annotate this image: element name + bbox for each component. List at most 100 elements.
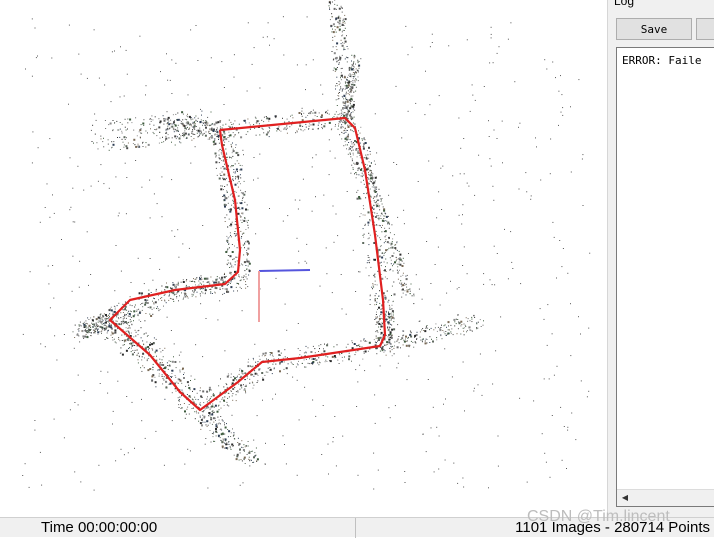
point — [202, 120, 204, 122]
point — [560, 75, 561, 77]
point — [192, 390, 193, 392]
point — [182, 367, 184, 370]
point — [460, 147, 462, 149]
point — [373, 452, 375, 454]
point — [245, 241, 247, 243]
point — [241, 387, 243, 389]
log-horizontal-scrollbar[interactable]: ◀ — [617, 489, 714, 506]
point — [159, 137, 161, 139]
point — [109, 122, 112, 125]
point-cloud-viewport[interactable] — [0, 0, 607, 517]
point — [235, 235, 237, 236]
point — [383, 351, 385, 353]
point — [97, 180, 99, 182]
point — [342, 76, 344, 78]
point — [352, 168, 354, 170]
point — [378, 219, 380, 221]
scroll-left-icon[interactable]: ◀ — [619, 492, 631, 504]
point — [346, 113, 349, 116]
point — [402, 272, 404, 274]
point — [78, 286, 80, 288]
point — [171, 179, 173, 181]
point — [339, 82, 341, 84]
point — [297, 348, 299, 350]
log-textbox[interactable]: ERROR: Faile ◀ — [616, 47, 714, 507]
point — [249, 128, 251, 130]
point — [490, 165, 492, 167]
point — [88, 284, 89, 286]
point — [168, 123, 171, 126]
point — [318, 122, 320, 124]
point — [330, 26, 332, 28]
point — [214, 133, 216, 135]
point — [235, 168, 238, 171]
point — [474, 316, 476, 318]
point — [187, 126, 188, 128]
point — [131, 122, 133, 124]
point — [92, 124, 94, 126]
point — [353, 76, 355, 78]
point — [156, 203, 158, 205]
point — [241, 372, 243, 374]
point — [225, 447, 228, 449]
point — [491, 284, 493, 286]
save-button[interactable]: Save — [616, 18, 692, 40]
point — [332, 36, 334, 38]
point — [233, 277, 236, 280]
point — [198, 280, 200, 282]
point — [402, 284, 405, 287]
point — [179, 369, 181, 371]
point — [184, 410, 186, 413]
point — [369, 165, 371, 168]
point — [507, 278, 509, 280]
point — [180, 121, 182, 123]
point — [201, 288, 203, 290]
point — [103, 328, 105, 329]
point — [496, 138, 498, 139]
point — [128, 310, 130, 312]
point — [201, 424, 203, 427]
point — [133, 311, 135, 313]
clear-button[interactable] — [696, 18, 714, 40]
point — [235, 233, 237, 235]
point — [336, 105, 338, 106]
point — [187, 297, 189, 299]
point — [95, 322, 97, 324]
point — [296, 64, 298, 66]
point — [182, 279, 184, 281]
point — [199, 121, 202, 123]
point — [125, 145, 128, 148]
point — [375, 337, 377, 339]
point — [357, 162, 359, 164]
point — [444, 324, 446, 326]
point — [376, 353, 378, 355]
point — [230, 121, 232, 123]
point — [145, 300, 147, 302]
point — [160, 297, 161, 299]
point — [199, 415, 201, 417]
point — [170, 123, 172, 125]
status-time: Time 00:00:00:00 — [41, 519, 158, 536]
point — [77, 374, 79, 376]
point — [328, 5, 330, 7]
point — [353, 162, 355, 164]
point — [388, 336, 390, 338]
point — [357, 80, 359, 82]
point — [381, 317, 383, 319]
point — [424, 114, 426, 116]
point — [255, 447, 257, 449]
point — [490, 33, 492, 35]
point — [237, 375, 238, 377]
point — [178, 399, 179, 401]
point — [136, 354, 138, 356]
point — [325, 359, 327, 361]
point — [176, 297, 178, 299]
point — [215, 426, 217, 428]
point — [306, 262, 308, 264]
point — [138, 308, 140, 310]
point — [151, 308, 153, 310]
point — [397, 216, 399, 218]
point — [214, 291, 216, 293]
point — [314, 352, 316, 354]
point — [89, 329, 91, 330]
